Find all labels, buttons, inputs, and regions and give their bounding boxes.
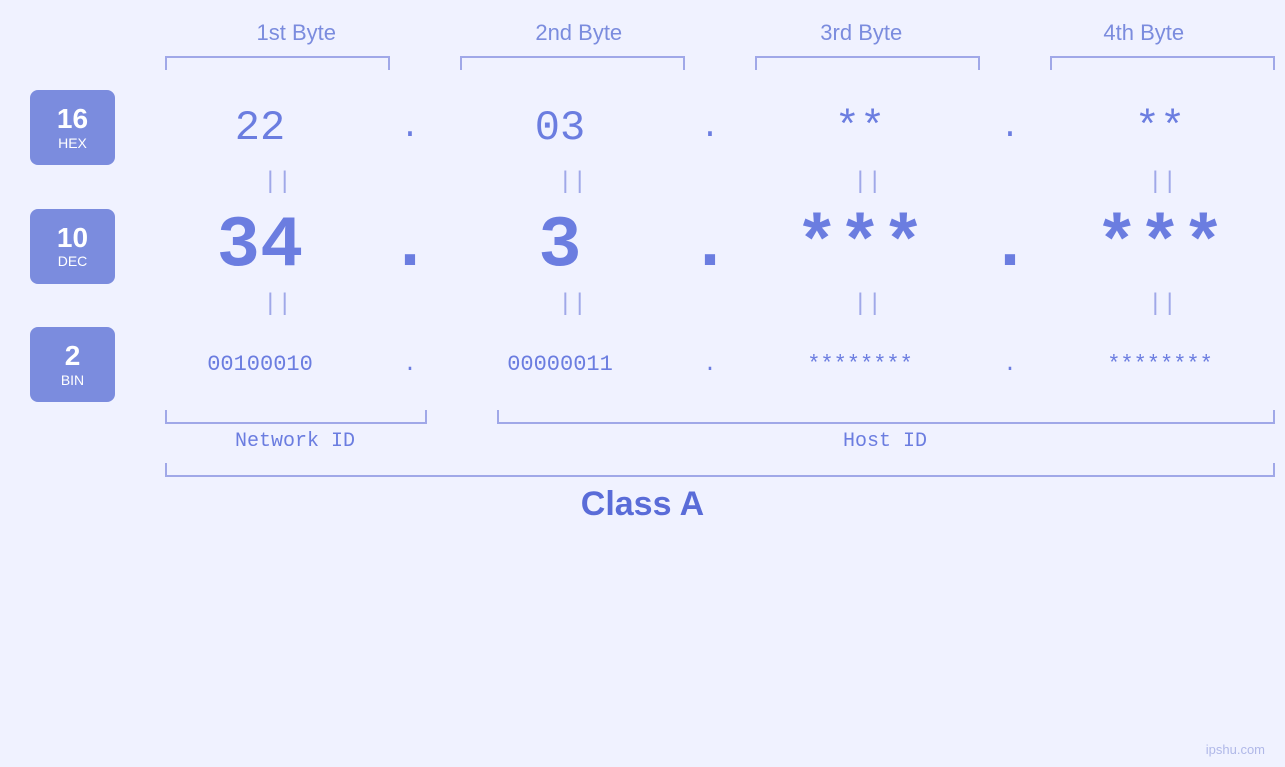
top-bracket-row <box>0 56 1285 70</box>
bin-byte2: 00000011 <box>435 352 685 377</box>
bin-badge-label: BIN <box>61 372 84 388</box>
dec-dot3: . <box>985 205 1035 287</box>
bin-byte4: ******** <box>1035 352 1285 377</box>
hex-row: 16 HEX 22 . 03 . ** . ** <box>0 90 1285 165</box>
hex-dot2: . <box>685 109 735 146</box>
hex-badge: 16 HEX <box>30 90 115 165</box>
bin-row: 2 BIN 00100010 . 00000011 . ******** . *… <box>0 327 1285 402</box>
bin-badge-number: 2 <box>65 341 81 372</box>
bottom-bracket-area <box>0 410 1285 424</box>
bracket-byte4 <box>1050 56 1275 70</box>
byte1-header: 1st Byte <box>155 20 438 46</box>
hex-dot3: . <box>985 109 1035 146</box>
class-bracket-row <box>0 463 1285 477</box>
bin-byte1: 00100010 <box>135 352 385 377</box>
network-id-label: Network ID <box>165 430 425 453</box>
class-a-bracket <box>165 463 1275 477</box>
dec-badge-label: DEC <box>58 253 88 269</box>
byte3-header: 3rd Byte <box>720 20 1003 46</box>
bracket-byte3 <box>755 56 980 70</box>
dec-row: 10 DEC 34 . 3 . *** . *** <box>0 205 1285 287</box>
hex-values: 22 . 03 . ** . ** <box>135 104 1285 152</box>
dec-values: 34 . 3 . *** . *** <box>135 205 1285 287</box>
dec-badge: 10 DEC <box>30 209 115 284</box>
eq1-b1: || <box>165 169 390 196</box>
class-a-row: Class A <box>0 485 1285 524</box>
dec-badge-number: 10 <box>57 223 88 254</box>
equals-row-1: || || || || <box>0 169 1285 196</box>
eq2-b1: || <box>165 291 390 318</box>
bin-byte3: ******** <box>735 352 985 377</box>
hex-byte1: 22 <box>135 104 385 152</box>
hex-badge-number: 16 <box>57 104 88 135</box>
bin-dot1: . <box>385 352 435 377</box>
network-id-bracket <box>165 410 427 424</box>
id-labels-row: Network ID Host ID <box>0 430 1285 453</box>
bracket-byte1 <box>165 56 390 70</box>
dec-byte2: 3 <box>435 205 685 287</box>
dec-byte3: *** <box>735 205 985 287</box>
bracket-byte2 <box>460 56 685 70</box>
dec-dot2: . <box>685 205 735 287</box>
eq2-b3: || <box>755 291 980 318</box>
host-id-label: Host ID <box>495 430 1275 453</box>
bin-dot3: . <box>985 352 1035 377</box>
bin-badge: 2 BIN <box>30 327 115 402</box>
hex-dot1: . <box>385 109 435 146</box>
byte4-header: 4th Byte <box>1003 20 1285 46</box>
dec-byte4: *** <box>1035 205 1285 287</box>
class-a-label: Class A <box>581 485 704 524</box>
main-container: 1st Byte 2nd Byte 3rd Byte 4th Byte 16 H… <box>0 0 1285 767</box>
byte2-header: 2nd Byte <box>438 20 721 46</box>
hex-badge-label: HEX <box>58 135 87 151</box>
equals-row-2: || || || || <box>0 291 1285 318</box>
eq2-b2: || <box>460 291 685 318</box>
hex-byte3: ** <box>735 104 985 152</box>
eq1-b3: || <box>755 169 980 196</box>
eq2-b4: || <box>1050 291 1275 318</box>
eq1-b2: || <box>460 169 685 196</box>
eq1-b4: || <box>1050 169 1275 196</box>
dec-byte1: 34 <box>135 205 385 287</box>
hex-byte4: ** <box>1035 104 1285 152</box>
bin-dot2: . <box>685 352 735 377</box>
host-id-bracket <box>497 410 1275 424</box>
byte-headers: 1st Byte 2nd Byte 3rd Byte 4th Byte <box>0 20 1285 46</box>
bin-values: 00100010 . 00000011 . ******** . *******… <box>135 352 1285 377</box>
hex-byte2: 03 <box>435 104 685 152</box>
dec-dot1: . <box>385 205 435 287</box>
watermark: ipshu.com <box>1206 742 1265 757</box>
